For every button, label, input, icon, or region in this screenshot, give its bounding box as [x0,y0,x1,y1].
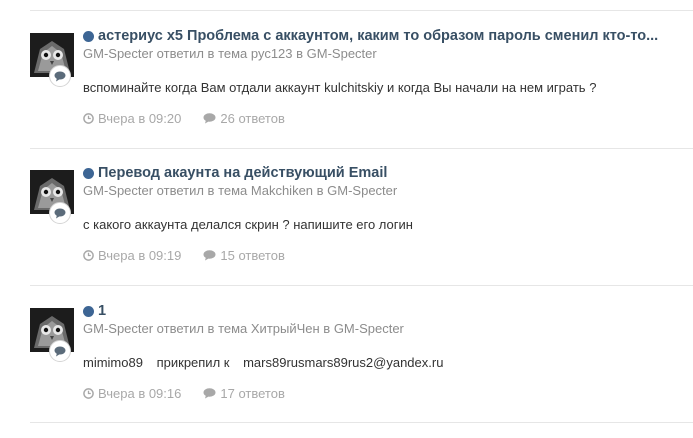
post-meta: GM-Specter ответил в тема рус123 в GM-Sp… [83,46,377,61]
unread-dot-icon [83,30,94,42]
post-time[interactable]: Вчера в 09:16 [83,386,181,401]
attachment-action: прикрепил к [156,355,230,370]
topic-title-link[interactable]: Перевод акаунта на действующий Email [83,165,387,181]
topic-title-link[interactable]: астериус x5 Проблема с аккаунтом, каким … [83,28,658,44]
attachment-user[interactable]: mimimo89 [83,355,143,370]
unread-dot-icon [83,305,94,317]
activity-item: 1 GM-Specter ответил в тема ХитрыйЧен в … [0,303,693,438]
reply-count[interactable]: 17 ответов [203,386,285,401]
post-excerpt: mimimo89 прикрепил к mars89rusmars89rus2… [83,355,443,370]
comment-icon [203,388,216,399]
reply-count-label: 26 ответов [220,111,285,126]
clock-icon [83,113,94,124]
post-time-label: Вчера в 09:16 [98,386,182,401]
post-meta: GM-Specter ответил в тема Makchiken в GM… [83,183,398,198]
clock-icon [83,250,94,261]
topic-title[interactable]: Перевод акаунта на действующий Email [98,165,387,181]
post-stats: Вчера в 09:16 17 ответов [83,386,285,401]
post-excerpt: с какого аккаунта делался скрин ? напиши… [83,217,413,232]
topic-title[interactable]: 1 [98,303,106,319]
post-divider [30,148,693,149]
reply-count-label: 15 ответов [220,248,285,263]
post-divider [30,422,693,423]
reply-count-label: 17 ответов [220,386,285,401]
topic-title-link[interactable]: 1 [83,303,106,319]
post-divider [30,285,693,286]
comment-icon [203,113,216,124]
post-meta: GM-Specter ответил в тема ХитрыйЧен в GM… [83,321,404,336]
comment-icon [49,340,71,362]
post-time[interactable]: Вчера в 09:20 [83,111,181,126]
post-stats: Вчера в 09:19 15 ответов [83,248,285,263]
unread-dot-icon [83,167,94,179]
attachment-email[interactable]: mars89rusmars89rus2@yandex.ru [243,355,443,370]
post-time-label: Вчера в 09:19 [98,248,182,263]
topic-title[interactable]: астериус x5 Проблема с аккаунтом, каким … [98,28,658,44]
post-time-label: Вчера в 09:20 [98,111,182,126]
reply-count[interactable]: 15 ответов [203,248,285,263]
comment-icon [203,250,216,261]
comment-icon [49,65,71,87]
clock-icon [83,388,94,399]
activity-item: Перевод акаунта на действующий Email GM-… [0,165,693,300]
activity-item: астериус x5 Проблема с аккаунтом, каким … [0,28,693,163]
post-excerpt: вспоминайте когда Вам отдали аккаунт kul… [83,80,597,95]
reply-count[interactable]: 26 ответов [203,111,285,126]
top-divider [30,10,693,11]
comment-icon [49,202,71,224]
post-stats: Вчера в 09:20 26 ответов [83,111,285,126]
post-time[interactable]: Вчера в 09:19 [83,248,181,263]
